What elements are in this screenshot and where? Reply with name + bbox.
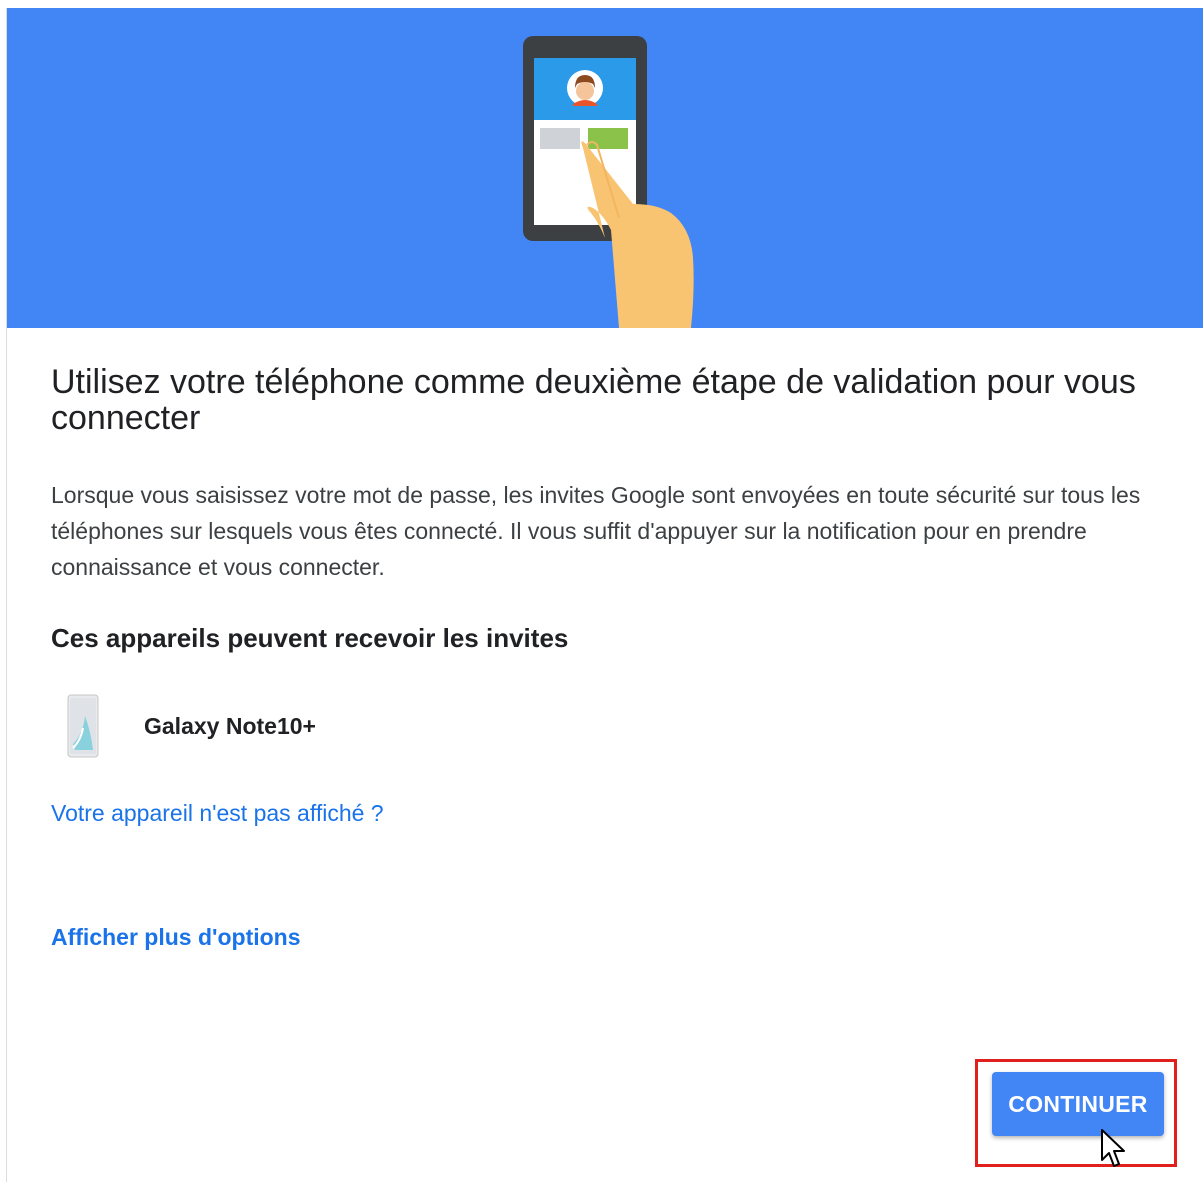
illustration-banner — [7, 8, 1203, 328]
continue-button[interactable]: CONTINUER — [992, 1072, 1164, 1136]
screen-deny-block — [540, 128, 580, 149]
phone-tap-illustration — [523, 36, 694, 328]
page-description: Lorsque vous saisissez votre mot de pass… — [51, 482, 1141, 580]
page-title: Utilisez votre téléphone comme deuxième … — [51, 363, 1136, 437]
more-options-link[interactable]: Afficher plus d'options — [51, 922, 301, 952]
smartphone-icon — [67, 694, 99, 758]
device-name: Galaxy Note10+ — [144, 713, 316, 739]
device-item: Galaxy Note10+ — [51, 694, 651, 758]
prompt-setup-card: Utilisez votre téléphone comme deuxième … — [6, 8, 1203, 1182]
devices-heading: Ces appareils peuvent recevoir les invit… — [51, 623, 569, 653]
device-not-shown-link[interactable]: Votre appareil n'est pas affiché ? — [51, 798, 384, 828]
mouse-cursor-icon — [1101, 1129, 1125, 1167]
screen-accept-block — [588, 128, 628, 149]
